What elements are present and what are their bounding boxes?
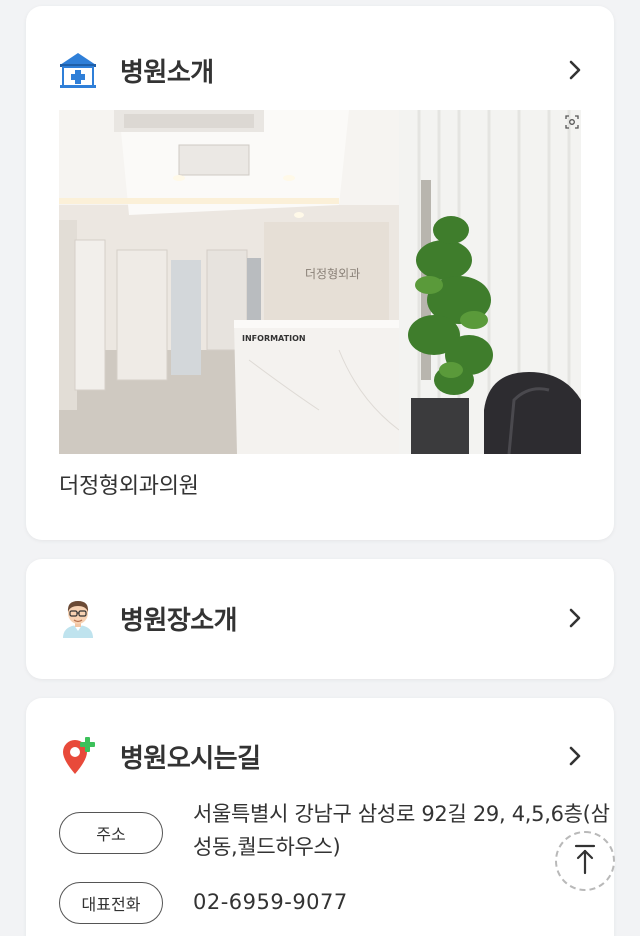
phone-label: 대표전화 (59, 882, 163, 924)
location-pin-icon (58, 736, 98, 776)
arrow-up-icon (573, 843, 597, 879)
phone-row: 대표전화 02-6959-9077 (59, 882, 613, 924)
zoom-icon[interactable] (563, 113, 581, 131)
photo-desk-sign: INFORMATION (242, 334, 306, 343)
doctor-avatar-icon (58, 598, 98, 638)
address-value: 서울특별시 강남구 삼성로 92길 29, 4,5,6층(삼성동,퀄드하우스) (193, 802, 610, 859)
chevron-right-icon[interactable] (564, 59, 586, 81)
directions-title: 병원오시는길 (120, 743, 261, 774)
director-intro-header[interactable]: 병원장소개 (26, 588, 614, 648)
director-intro-title: 병원장소개 (120, 605, 238, 636)
hospital-name: 더정형외과의원 (59, 474, 199, 499)
hospital-lobby-photo: 더정형외과 INFORMATION (59, 110, 581, 454)
hospital-intro-header[interactable]: 병원소개 (26, 40, 614, 100)
director-intro-card: 병원장소개 (26, 559, 614, 679)
address-label: 주소 (59, 812, 163, 854)
chevron-right-icon[interactable] (564, 745, 586, 767)
scroll-top-button[interactable] (555, 831, 615, 891)
photo-logo-text: 더정형외과 (305, 267, 360, 281)
address-row: 주소 서울특별시 강남구 삼성로 92길 29, 4,5,6층(삼성동,퀄드하우… (59, 798, 613, 864)
directions-header[interactable]: 병원오시는길 (26, 726, 614, 786)
hospital-intro-card: 병원소개 더정형외과 INFORMATION 더정형외과의원 (26, 6, 614, 540)
phone-value[interactable]: 02-6959-9077 (193, 886, 613, 919)
chevron-right-icon[interactable] (564, 607, 586, 629)
hospital-intro-title: 병원소개 (120, 57, 214, 88)
directions-card: 병원오시는길 주소 서울특별시 강남구 삼성로 92길 29, 4,5,6층(삼… (26, 698, 614, 936)
hospital-icon (58, 50, 98, 90)
